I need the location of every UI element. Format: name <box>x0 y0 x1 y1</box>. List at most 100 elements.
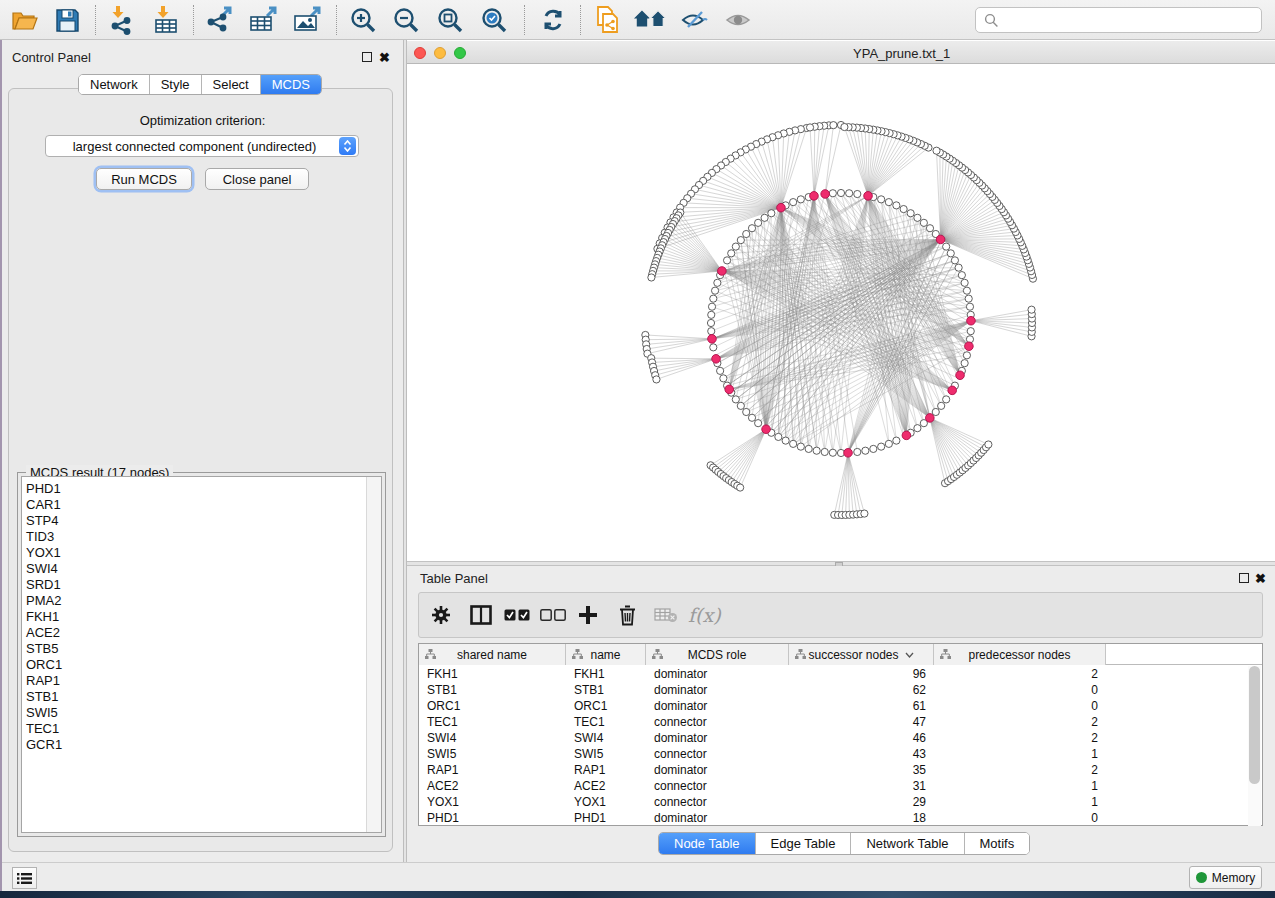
table-row[interactable]: ORC1ORC1dominator610 <box>419 698 1247 714</box>
mcds-result-item[interactable]: CAR1 <box>22 497 381 513</box>
mcds-result-item[interactable]: PMA2 <box>22 593 381 609</box>
graph-hub-node[interactable] <box>844 449 853 458</box>
graph-node[interactable] <box>1028 306 1035 313</box>
table-float-icon[interactable] <box>1239 573 1249 583</box>
task-history-button[interactable] <box>12 867 37 889</box>
tab-edge-table[interactable]: Edge Table <box>756 833 852 854</box>
close-panel-button[interactable]: Close panel <box>205 168 309 190</box>
table-row[interactable]: ACE2ACE2connector311 <box>419 778 1247 794</box>
refresh-button[interactable] <box>536 4 570 36</box>
tab-motifs[interactable]: Motifs <box>965 833 1030 854</box>
graph-node[interactable] <box>797 196 804 203</box>
graph-hub-node[interactable] <box>821 190 830 199</box>
graph-node[interactable] <box>961 360 968 367</box>
graph-node[interactable] <box>914 214 921 221</box>
graph-node[interactable] <box>878 196 885 203</box>
zoom-out-button[interactable] <box>389 4 423 36</box>
graph-hub-node[interactable] <box>948 386 957 395</box>
graph-node[interactable] <box>714 279 721 286</box>
graph-node[interactable] <box>985 441 992 448</box>
graph-node[interactable] <box>748 414 755 421</box>
graph-node[interactable] <box>943 396 950 403</box>
mcds-result-item[interactable]: STB1 <box>22 689 381 705</box>
graph-node[interactable] <box>885 440 892 447</box>
open-file-button[interactable] <box>8 4 42 36</box>
import-network-button[interactable] <box>104 4 138 36</box>
graph-node[interactable] <box>963 287 970 294</box>
graph-node[interactable] <box>965 295 972 302</box>
graph-node[interactable] <box>737 402 744 409</box>
graph-node[interactable] <box>829 449 836 456</box>
graph-node[interactable] <box>951 257 958 264</box>
graph-hub-node[interactable] <box>777 203 786 212</box>
graph-node[interactable] <box>708 311 715 318</box>
mcds-result-item[interactable]: GCR1 <box>22 737 381 753</box>
mcds-result-item[interactable]: ORC1 <box>22 657 381 673</box>
float-panel-icon[interactable] <box>362 52 372 62</box>
graph-node[interactable] <box>955 264 962 271</box>
graph-hub-node[interactable] <box>965 342 974 351</box>
graph-node[interactable] <box>862 447 869 454</box>
graph-node[interactable] <box>830 122 837 129</box>
optimization-criterion-select[interactable]: largest connected component (undirected) <box>45 135 359 157</box>
graph-node[interactable] <box>907 210 914 217</box>
column-header-predecessor-nodes[interactable]: predecessor nodes <box>934 644 1106 665</box>
graph-node[interactable] <box>806 124 813 131</box>
graph-hub-node[interactable] <box>926 414 935 423</box>
graph-node[interactable] <box>653 376 660 383</box>
graph-node[interactable] <box>943 243 950 250</box>
mcds-result-item[interactable]: RAP1 <box>22 673 381 689</box>
save-button[interactable] <box>50 4 84 36</box>
graph-node[interactable] <box>720 375 727 382</box>
graph-node[interactable] <box>846 190 853 197</box>
table-scrollbar[interactable] <box>1248 666 1261 826</box>
graph-node[interactable] <box>782 437 789 444</box>
graph-node[interactable] <box>708 303 715 310</box>
graph-node[interactable] <box>775 433 782 440</box>
graph-node[interactable] <box>755 219 762 226</box>
graph-node[interactable] <box>732 243 739 250</box>
graph-node[interactable] <box>961 279 968 286</box>
graph-node[interactable] <box>732 396 739 403</box>
graph-node[interactable] <box>932 408 939 415</box>
mcds-result-item[interactable]: ACE2 <box>22 625 381 641</box>
graph-node[interactable] <box>805 445 812 452</box>
graph-node[interactable] <box>829 190 836 197</box>
tab-select[interactable]: Select <box>202 75 261 94</box>
table-row[interactable]: TEC1TEC1connector472 <box>419 714 1247 730</box>
function-builder-icon[interactable]: f(x) <box>688 604 721 626</box>
network-graph[interactable] <box>407 64 1275 561</box>
graph-node[interactable] <box>813 447 820 454</box>
graph-node[interactable] <box>966 303 973 310</box>
add-column-icon[interactable] <box>578 605 598 625</box>
tab-style[interactable]: Style <box>150 75 202 94</box>
graph-hub-node[interactable] <box>762 425 771 434</box>
graph-node[interactable] <box>755 420 762 427</box>
close-window-icon[interactable] <box>414 47 426 59</box>
mcds-result-item[interactable]: STP4 <box>22 513 381 529</box>
mcds-result-item[interactable]: YOX1 <box>22 545 381 561</box>
deselect-all-icon[interactable] <box>540 609 566 621</box>
table-row[interactable]: YOX1YOX1connector291 <box>419 794 1247 810</box>
tab-node-table[interactable]: Node Table <box>659 833 756 854</box>
graph-node[interactable] <box>737 237 744 244</box>
graph-node[interactable] <box>743 230 750 237</box>
graph-hub-node[interactable] <box>967 316 976 325</box>
graph-node[interactable] <box>707 319 714 326</box>
column-header-successor-nodes[interactable]: successor nodes <box>789 644 934 665</box>
zoom-selected-button[interactable] <box>477 4 511 36</box>
mcds-result-item[interactable]: STB5 <box>22 641 381 657</box>
graph-node[interactable] <box>717 367 724 374</box>
graph-hub-node[interactable] <box>956 371 965 380</box>
mcds-list-scrollbar[interactable] <box>366 477 381 832</box>
copy-network-button[interactable] <box>591 4 625 36</box>
tab-network[interactable]: Network <box>79 75 150 94</box>
zoom-fit-button[interactable] <box>433 4 467 36</box>
graph-node[interactable] <box>914 425 921 432</box>
graph-node[interactable] <box>710 295 717 302</box>
column-header-MCDS-role[interactable]: MCDS role <box>646 644 789 665</box>
graph-node[interactable] <box>933 147 940 154</box>
graph-hub-node[interactable] <box>712 355 721 364</box>
graph-node[interactable] <box>920 219 927 226</box>
select-all-icon[interactable] <box>504 609 530 621</box>
